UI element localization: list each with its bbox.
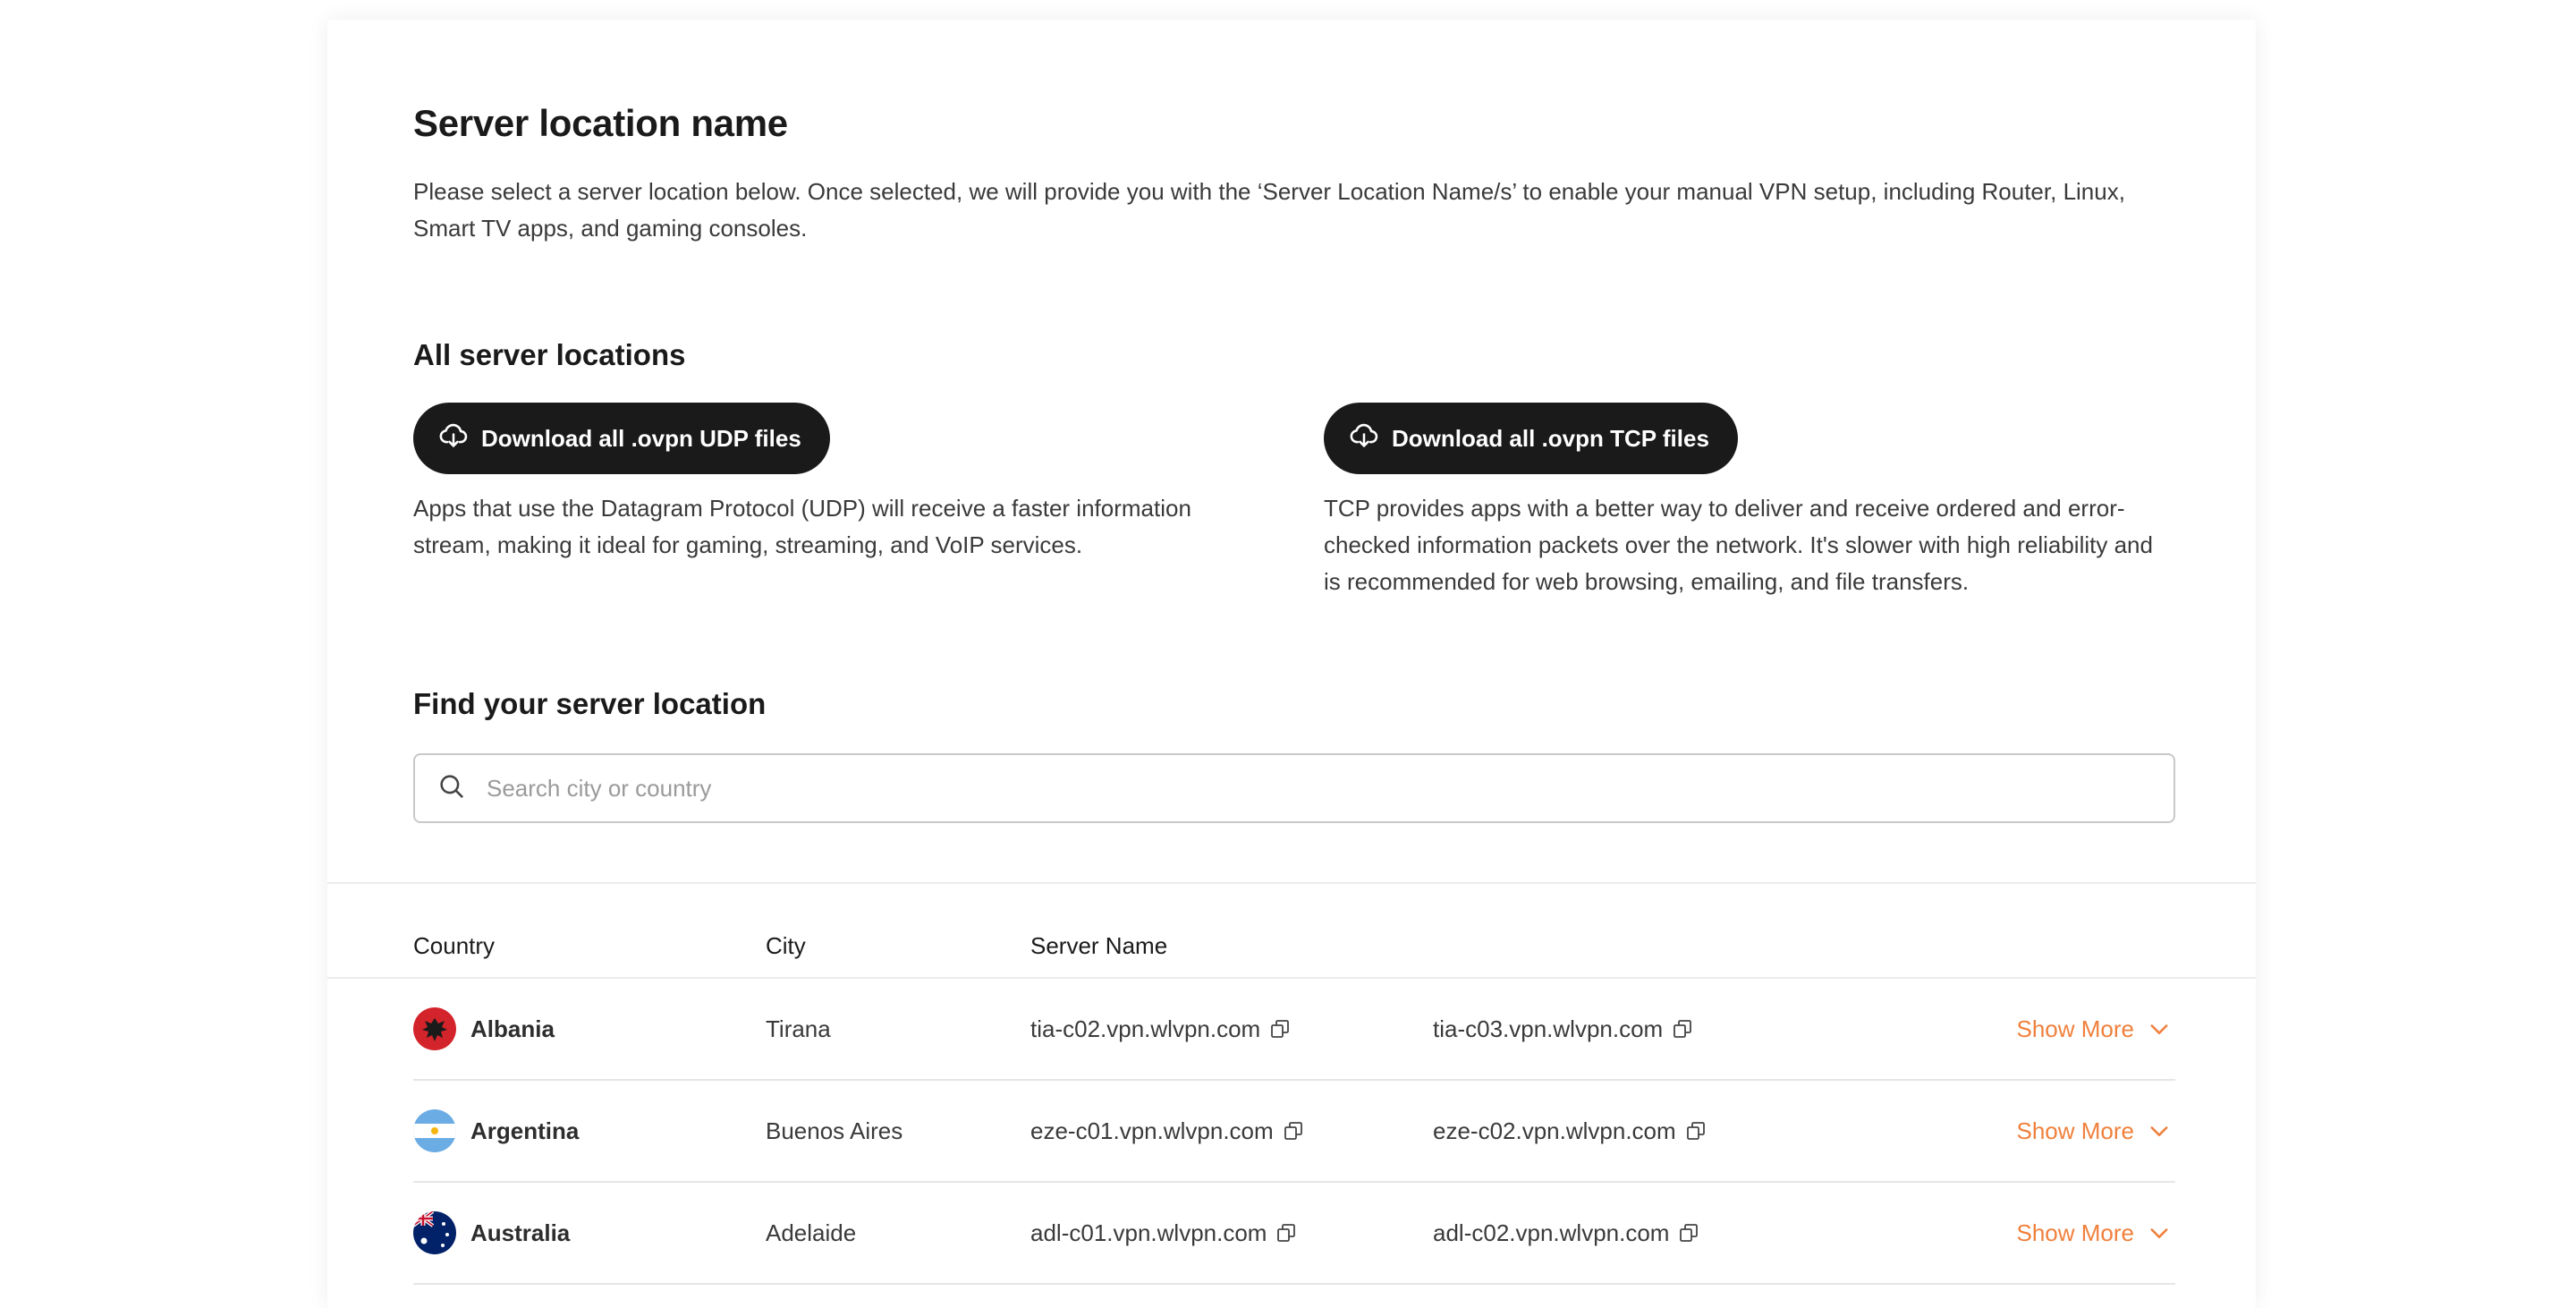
download-tcp-button[interactable]: Download all .ovpn TCP files (1324, 403, 1738, 474)
flag-argentina-icon (413, 1109, 456, 1152)
download-udp-label: Download all .ovpn UDP files (481, 424, 801, 452)
server-name-cell: eze-c01.vpn.wlvpn.com (1030, 1081, 1304, 1181)
city-cell: Adelaide (766, 1219, 857, 1246)
city-cell: Tirana (766, 1015, 831, 1042)
cloud-download-icon (1349, 420, 1379, 457)
show-more-button[interactable]: Show More (2017, 1081, 2173, 1181)
server-name-cell: adl-c01.vpn.wlvpn.com (1030, 1183, 1297, 1283)
country-cell: Argentina (413, 1081, 579, 1181)
country-cell: Australia (413, 1183, 570, 1283)
server-name: eze-c01.vpn.wlvpn.com (1030, 1117, 1274, 1144)
chevron-down-icon (2150, 1024, 2168, 1034)
server-name-cell: eze-c02.vpn.wlvpn.com (1433, 1081, 1707, 1181)
copy-icon[interactable] (1672, 1018, 1693, 1040)
server-name: adl-c02.vpn.wlvpn.com (1433, 1219, 1670, 1246)
server-name: tia-c02.vpn.wlvpn.com (1030, 1015, 1261, 1042)
show-more-button[interactable]: Show More (2017, 1183, 2173, 1283)
all-locations-heading: All server locations (413, 338, 686, 371)
table-row: Argentina Buenos Aires eze-c01.vpn.wlvpn… (413, 1081, 2175, 1183)
search-input[interactable] (485, 773, 2174, 803)
table-row: Albania Tirana tia-c02.vpn.wlvpn.com tia… (413, 979, 2175, 1081)
show-more-label: Show More (2016, 1219, 2135, 1246)
table-top-divider (327, 882, 2256, 884)
show-more-label: Show More (2016, 1117, 2135, 1144)
udp-description: Apps that use the Datagram Protocol (UDP… (413, 495, 1191, 558)
server-name: tia-c03.vpn.wlvpn.com (1433, 1015, 1664, 1042)
download-tcp-label: Download all .ovpn TCP files (1392, 424, 1709, 452)
copy-icon[interactable] (1269, 1018, 1291, 1040)
server-name-cell: adl-c02.vpn.wlvpn.com (1433, 1183, 1699, 1283)
flag-australia-icon (413, 1211, 456, 1254)
show-more-button[interactable]: Show More (2017, 979, 2173, 1079)
column-header-country: Country (413, 932, 496, 959)
server-name-cell: tia-c02.vpn.wlvpn.com (1030, 979, 1291, 1079)
search-icon (415, 771, 467, 806)
page-title: Server location name (413, 102, 788, 144)
chevron-down-icon (2150, 1228, 2168, 1238)
country-name: Australia (470, 1219, 571, 1246)
search-box (413, 753, 2175, 823)
find-location-heading: Find your server location (413, 687, 767, 720)
country-name: Argentina (470, 1117, 580, 1144)
city-cell: Buenos Aires (766, 1117, 903, 1144)
copy-icon[interactable] (1275, 1222, 1297, 1244)
column-header-server-name: Server Name (1030, 932, 1168, 959)
server-locations-card: Server location name Please select a ser… (327, 20, 2256, 1308)
country-cell: Albania (413, 979, 555, 1079)
copy-icon[interactable] (1283, 1120, 1304, 1142)
table-header: Country City Server Name (327, 932, 2256, 968)
server-name: eze-c02.vpn.wlvpn.com (1433, 1117, 1676, 1144)
table-row: Australia Adelaide adl-c01.vpn.wlvpn.com… (413, 1183, 2175, 1285)
chevron-down-icon (2150, 1126, 2168, 1136)
copy-icon[interactable] (1678, 1222, 1699, 1244)
server-name-cell: tia-c03.vpn.wlvpn.com (1433, 979, 1693, 1079)
page-intro: Please select a server location below. O… (413, 178, 2125, 242)
country-name: Albania (470, 1015, 555, 1042)
show-more-label: Show More (2016, 1015, 2135, 1042)
column-header-city: City (766, 932, 806, 959)
download-udp-button[interactable]: Download all .ovpn UDP files (413, 403, 830, 474)
cloud-download-icon (438, 420, 469, 457)
flag-albania-icon (413, 1007, 456, 1050)
tcp-description: TCP provides apps with a better way to d… (1324, 495, 2153, 595)
server-name: adl-c01.vpn.wlvpn.com (1030, 1219, 1267, 1246)
copy-icon[interactable] (1685, 1120, 1707, 1142)
